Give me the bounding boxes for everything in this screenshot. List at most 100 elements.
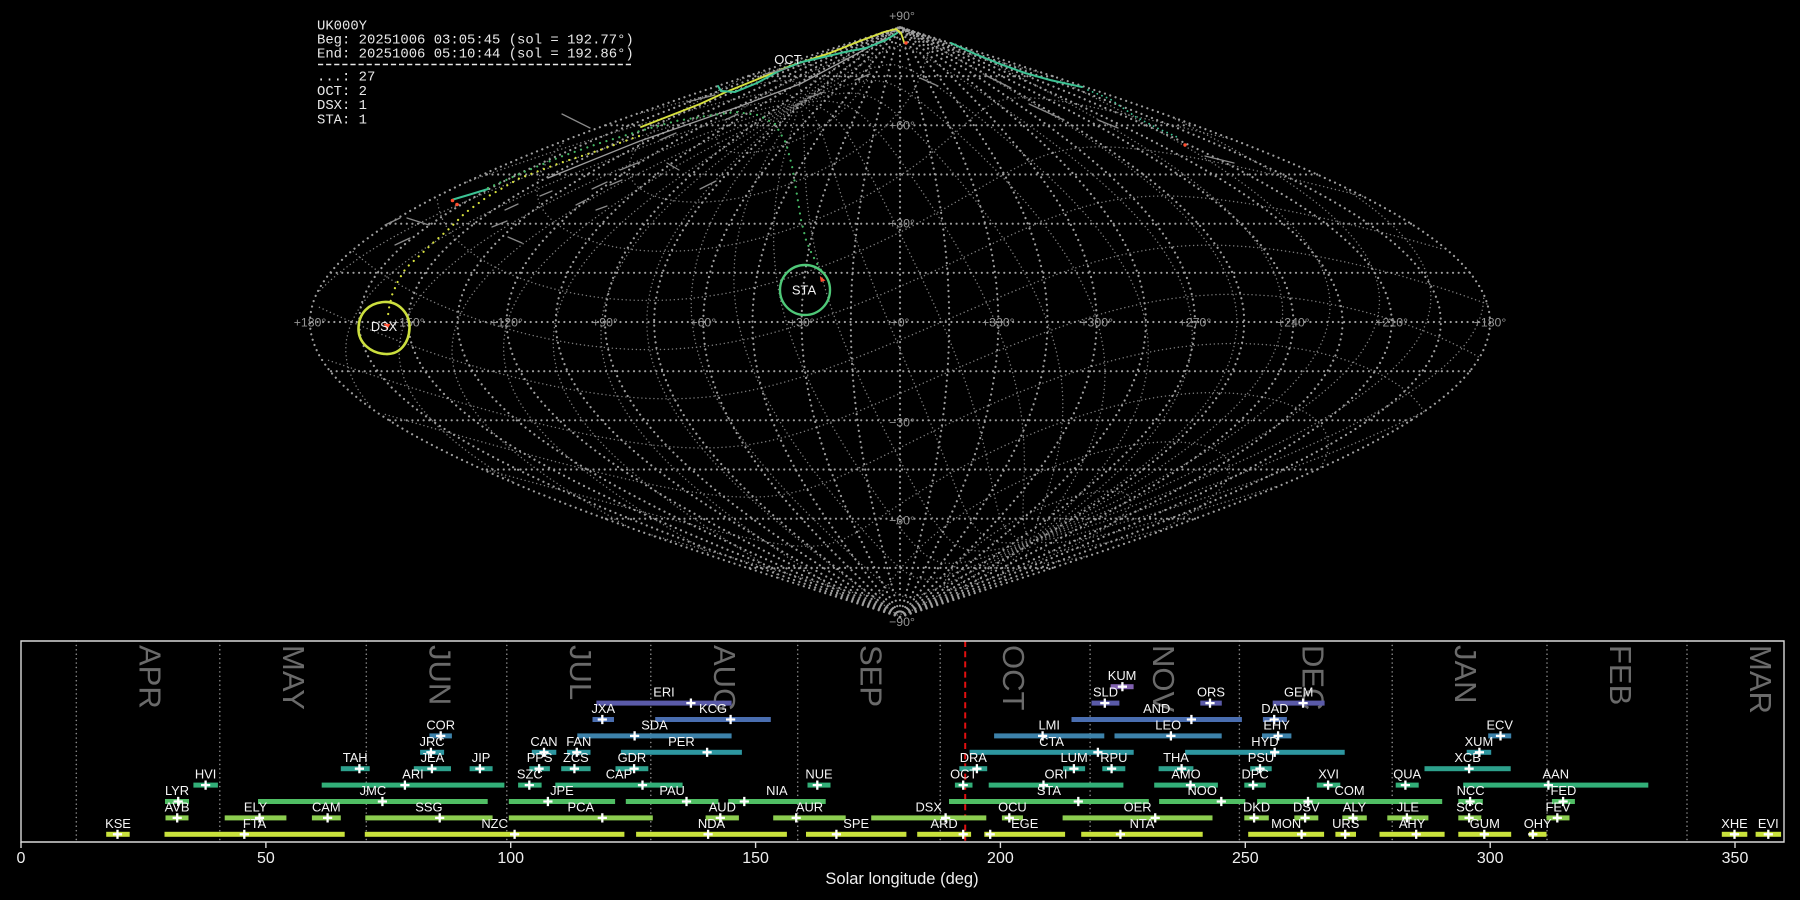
svg-text:ZCS: ZCS <box>563 750 589 765</box>
svg-text:SSG: SSG <box>415 799 442 814</box>
svg-text:JPE: JPE <box>550 783 574 798</box>
svg-text:+30°: +30° <box>889 217 915 231</box>
svg-text:THA: THA <box>1163 750 1189 765</box>
svg-text:KUM: KUM <box>1108 668 1137 683</box>
svg-text:DAD: DAD <box>1261 701 1288 716</box>
svg-text:ORI: ORI <box>1045 767 1068 782</box>
svg-text:URS: URS <box>1332 816 1359 831</box>
svg-text:HYD: HYD <box>1251 734 1278 749</box>
svg-text:ALY: ALY <box>1343 799 1367 814</box>
svg-text:OCT: OCT <box>950 767 977 782</box>
svg-text:ORS: ORS <box>1197 685 1225 700</box>
svg-text:SPE: SPE <box>843 816 869 831</box>
svg-text:CAM: CAM <box>312 799 341 814</box>
svg-text:EHY: EHY <box>1263 717 1290 732</box>
svg-text:350: 350 <box>1722 850 1749 867</box>
svg-text:AUR: AUR <box>796 799 823 814</box>
svg-text:+180°: +180° <box>294 316 327 330</box>
svg-text:GEM: GEM <box>1284 685 1313 700</box>
svg-text:JAN: JAN <box>1448 645 1483 704</box>
svg-text:DRA: DRA <box>960 750 988 765</box>
svg-text:HVI: HVI <box>195 767 217 782</box>
svg-text:PER: PER <box>668 734 695 749</box>
svg-text:ERI: ERI <box>653 685 675 700</box>
svg-text:+90°: +90° <box>889 9 915 23</box>
svg-text:XHE: XHE <box>1721 816 1748 831</box>
svg-text:JRC: JRC <box>420 734 445 749</box>
svg-text:ARD: ARD <box>930 816 957 831</box>
svg-text:NTA: NTA <box>1130 816 1155 831</box>
svg-text:DPC: DPC <box>1241 767 1268 782</box>
svg-text:−90°: −90° <box>889 615 915 629</box>
svg-text:STA: 1: STA: 1 <box>317 112 367 128</box>
svg-text:COM: COM <box>1335 783 1365 798</box>
svg-text:JXA: JXA <box>591 701 615 716</box>
svg-text:CTA: CTA <box>1039 734 1064 749</box>
svg-text:NDA: NDA <box>698 816 726 831</box>
svg-text:LUM: LUM <box>1060 750 1087 765</box>
svg-text:ELY: ELY <box>244 799 268 814</box>
svg-text:MON: MON <box>1271 816 1301 831</box>
svg-text:SLD: SLD <box>1093 685 1118 700</box>
svg-text:JUL: JUL <box>563 645 598 700</box>
svg-text:APR: APR <box>132 645 167 709</box>
svg-text:STA: STA <box>1037 783 1062 798</box>
svg-text:COR: COR <box>426 717 455 732</box>
svg-text:LEO: LEO <box>1155 717 1181 732</box>
svg-text:PSU: PSU <box>1248 750 1275 765</box>
svg-text:NOO: NOO <box>1188 783 1217 798</box>
svg-text:JUN: JUN <box>422 645 457 705</box>
svg-text:STA: STA <box>792 283 817 298</box>
svg-text:GDR: GDR <box>618 750 647 765</box>
svg-text:JMC: JMC <box>360 783 387 798</box>
svg-text:−30°: −30° <box>889 415 915 429</box>
svg-text:AAN: AAN <box>1543 767 1570 782</box>
svg-text:DSX: DSX <box>915 799 942 814</box>
svg-text:−60°: −60° <box>889 514 915 528</box>
svg-text:LMI: LMI <box>1038 717 1060 732</box>
svg-text:ECV: ECV <box>1486 717 1513 732</box>
svg-text:GUM: GUM <box>1470 816 1500 831</box>
svg-text:EGE: EGE <box>1011 816 1039 831</box>
svg-text:FTA: FTA <box>243 816 267 831</box>
svg-text:MAR: MAR <box>1743 645 1778 714</box>
svg-text:SCC: SCC <box>1456 799 1483 814</box>
svg-text:SZC: SZC <box>517 767 543 782</box>
svg-text:200: 200 <box>987 850 1014 867</box>
svg-text:150: 150 <box>742 850 769 867</box>
svg-text:ARI: ARI <box>402 767 424 782</box>
svg-text:KSE: KSE <box>105 816 131 831</box>
svg-text:+60°: +60° <box>690 316 716 330</box>
svg-text:+300°: +300° <box>1080 316 1113 330</box>
svg-text:+0°: +0° <box>891 316 910 330</box>
svg-text:DSX: DSX <box>371 319 398 334</box>
svg-text:JIP: JIP <box>472 750 491 765</box>
svg-text:AHY: AHY <box>1399 816 1426 831</box>
svg-text:300: 300 <box>1477 850 1504 867</box>
svg-text:SDA: SDA <box>641 717 668 732</box>
svg-text:End: 20251006 05:10:44 (sol =: End: 20251006 05:10:44 (sol = 192.86°) <box>317 47 634 63</box>
svg-text:JLE: JLE <box>1397 799 1420 814</box>
svg-text:0: 0 <box>17 850 26 867</box>
svg-text:XVI: XVI <box>1318 767 1339 782</box>
svg-text:XCB: XCB <box>1454 750 1481 765</box>
svg-text:+180°: +180° <box>1474 316 1507 330</box>
svg-text:TAH: TAH <box>343 750 368 765</box>
svg-text:50: 50 <box>257 850 275 867</box>
svg-text:KCG: KCG <box>699 701 727 716</box>
svg-text:NCC: NCC <box>1457 783 1485 798</box>
svg-text:RPU: RPU <box>1100 750 1127 765</box>
svg-text:Solar longitude (deg): Solar longitude (deg) <box>825 870 978 888</box>
svg-text:FAN: FAN <box>566 734 591 749</box>
svg-text:AVB: AVB <box>165 799 190 814</box>
svg-text:+90°: +90° <box>592 316 618 330</box>
svg-text:250: 250 <box>1232 850 1259 867</box>
svg-text:100: 100 <box>497 850 524 867</box>
svg-text:DKD: DKD <box>1243 799 1270 814</box>
svg-text:NIA: NIA <box>766 783 788 798</box>
svg-text:NUE: NUE <box>805 767 833 782</box>
svg-text:AND: AND <box>1143 701 1170 716</box>
svg-text:+60°: +60° <box>889 118 915 132</box>
svg-text:+210°: +210° <box>1375 316 1408 330</box>
svg-text:NZC: NZC <box>481 816 508 831</box>
